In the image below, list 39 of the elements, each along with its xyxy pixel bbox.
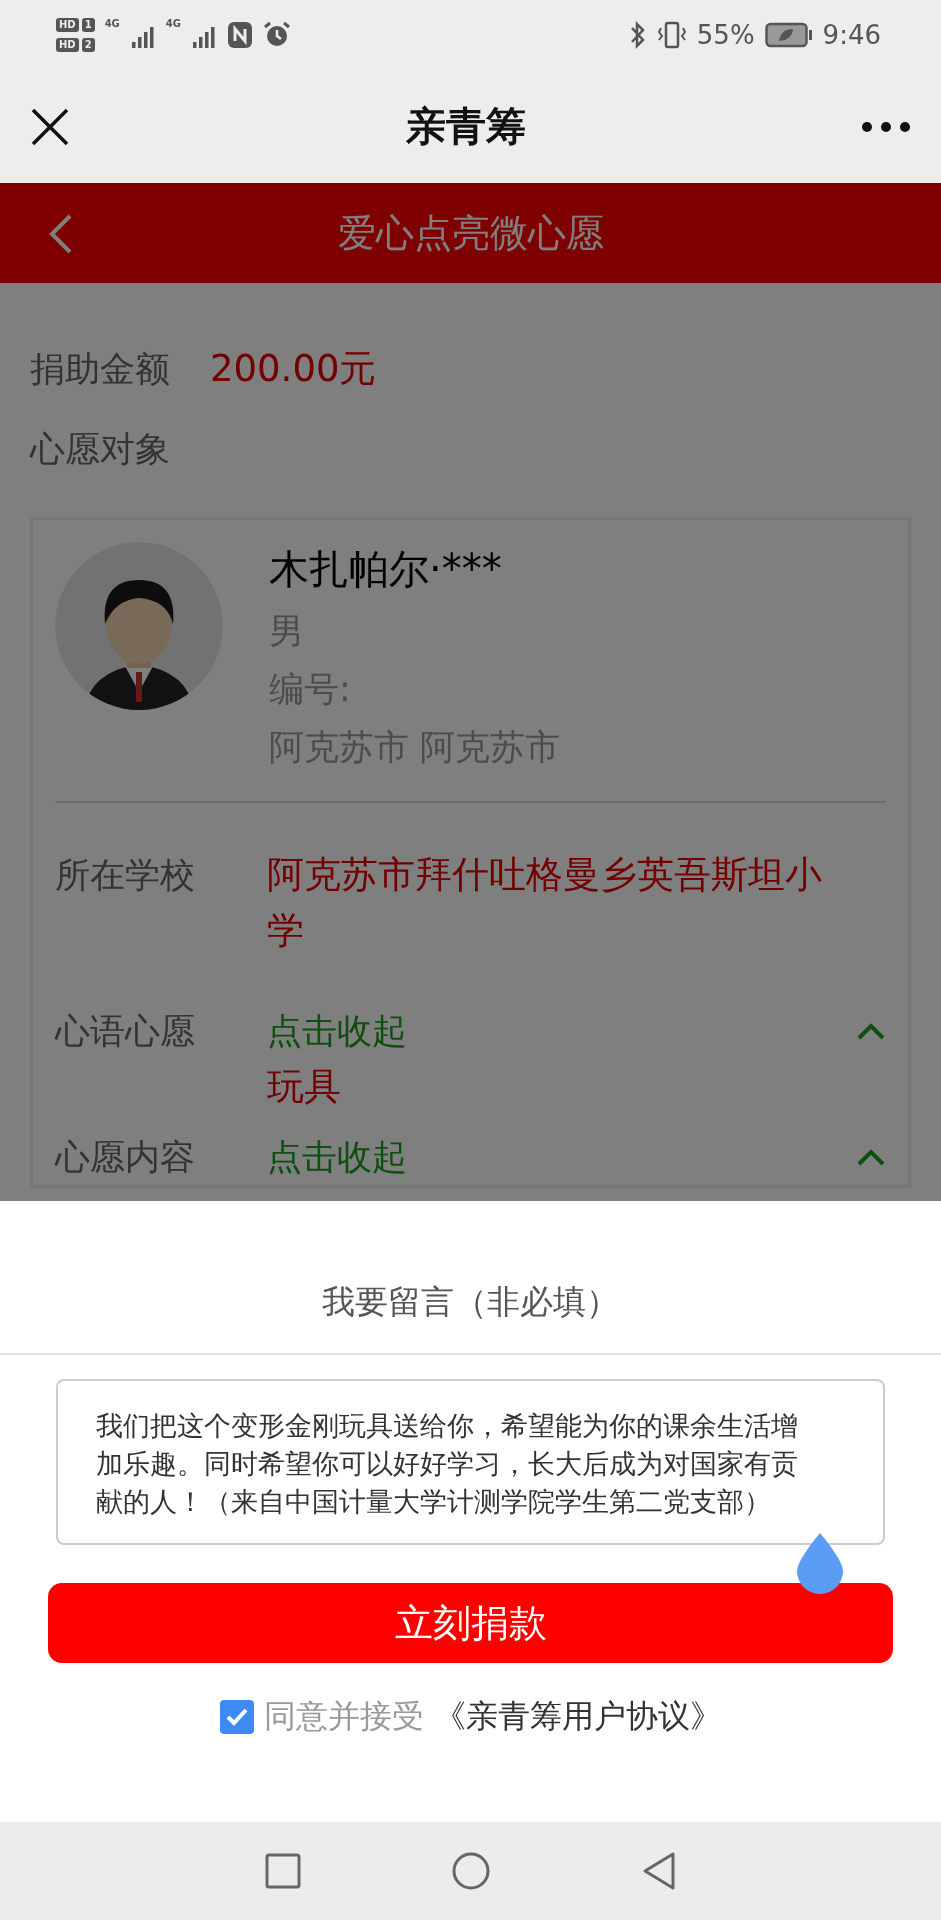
agree-label: 同意并接受 [263, 1696, 424, 1737]
sim-label: HD [56, 38, 79, 52]
amount-value: 200.00元 [210, 346, 377, 392]
donate-button[interactable]: 立刻捐款 [48, 1583, 893, 1663]
collapse-link[interactable]: 点击收起 [267, 1129, 407, 1185]
page-title: 爱心点亮微心愿 [337, 209, 604, 257]
detail-label: 所在学校 [55, 854, 196, 897]
detail-label: 心愿内容 [55, 1136, 196, 1179]
amount-label: 捐助金额 [30, 347, 170, 391]
more-icon[interactable] [861, 120, 911, 133]
bluetooth-icon [628, 20, 647, 50]
battery-percent: 55% [696, 20, 755, 50]
battery-icon [764, 22, 813, 48]
detail-value: 玩具 [267, 1064, 342, 1110]
recipient-name: 木扎帕尔·*** [269, 545, 503, 594]
close-icon[interactable] [30, 106, 70, 147]
collapse-link[interactable]: 点击收起 [267, 1003, 407, 1059]
clock-time: 9:46 [822, 20, 881, 50]
nfc-icon [227, 21, 253, 49]
chevron-up-icon[interactable] [856, 1022, 886, 1040]
sim-slot: 1 [81, 18, 95, 32]
network-label: 4G [165, 18, 181, 29]
sim-label: HD [56, 18, 79, 32]
network-label: 4G [104, 18, 120, 29]
chevron-up-icon[interactable] [856, 1148, 886, 1166]
message-field[interactable]: 我们把这个变形金刚玩具送给你，希望能为你的课余生活增加乐趣。同时希望你可以好好学习，长大后成为对国家有贡献的人！（来自中国计量大学计测学院学生第二党支部） [56, 1379, 885, 1545]
home-icon[interactable] [450, 1851, 491, 1891]
detail-label: 心语心愿 [55, 1010, 196, 1053]
agreement-link[interactable]: 《亲青筹用户协议》 [433, 1695, 722, 1739]
agree-checkbox[interactable] [219, 1700, 254, 1734]
section-title: 心愿对象 [30, 427, 170, 471]
alarm-icon [263, 21, 291, 49]
detail-value: 阿克苏市拜什吐格曼乡英吾斯坦小学 [267, 852, 823, 954]
check-icon [224, 1707, 249, 1727]
sheet-title: 我要留言（非必填） [322, 1280, 619, 1323]
app-title: 亲青筹 [405, 102, 526, 151]
recent-apps-icon[interactable] [264, 1853, 301, 1889]
vibrate-icon [656, 20, 687, 50]
sim-slot: 2 [81, 38, 95, 52]
